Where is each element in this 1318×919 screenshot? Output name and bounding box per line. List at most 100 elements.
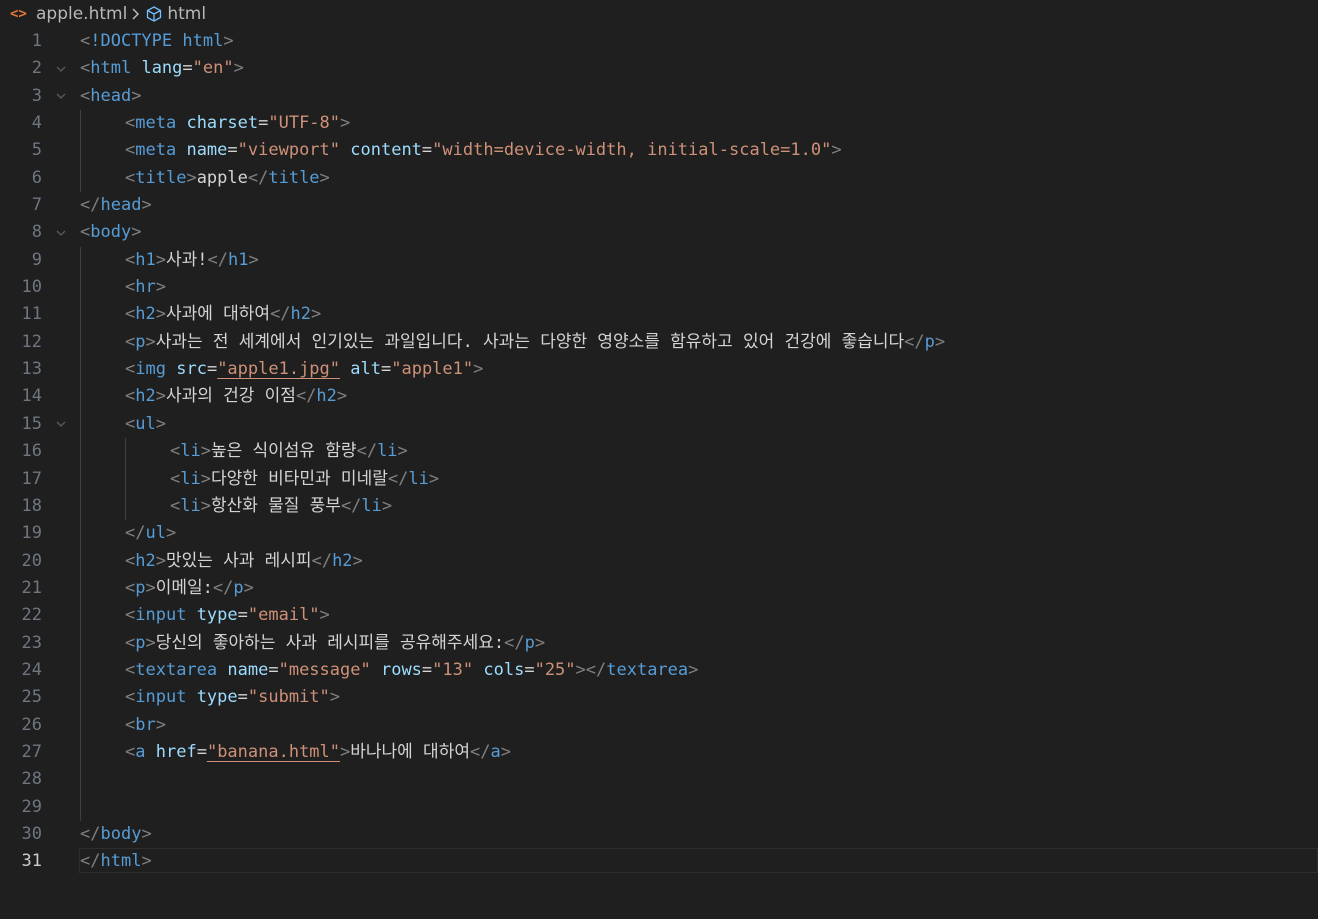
fold-chevron-icon[interactable]: [53, 219, 69, 246]
code-link-string[interactable]: "apple1.jpg": [217, 359, 340, 379]
line-number[interactable]: 7: [0, 192, 42, 219]
code-line[interactable]: 5 <meta name="viewport" content="width=de…: [0, 137, 1318, 164]
line-number[interactable]: 23: [0, 630, 42, 657]
line-number[interactable]: 11: [0, 301, 42, 328]
line-number[interactable]: 3: [0, 83, 42, 110]
fold-chevron-icon[interactable]: [53, 55, 69, 82]
code-line[interactable]: 29: [0, 794, 1318, 821]
code-content: <h2>사과의 건강 이점</h2>: [125, 383, 347, 410]
code-line[interactable]: 3 <head>: [0, 83, 1318, 110]
line-number[interactable]: 5: [0, 137, 42, 164]
code-text: 다양한 비타민과 미네랄: [210, 468, 388, 489]
code-line[interactable]: 11 <h2>사과에 대하여</h2>: [0, 301, 1318, 328]
code-tag-name: body: [100, 823, 142, 844]
code-line[interactable]: 28: [0, 766, 1318, 793]
code-line[interactable]: 8 <body>: [0, 219, 1318, 246]
code-punctuation: >: [831, 140, 842, 161]
code-line[interactable]: 7 </head>: [0, 192, 1318, 219]
code-content: <ul>: [125, 411, 166, 438]
code-tag-name: h2: [135, 550, 156, 571]
code-line[interactable]: 6 <title>apple</title>: [0, 165, 1318, 192]
line-number[interactable]: 9: [0, 247, 42, 274]
code-tag-name: a: [490, 741, 501, 762]
code-line[interactable]: 20 <h2>맛있는 사과 레시피</h2>: [0, 548, 1318, 575]
code-punctuation: <: [125, 550, 136, 571]
code-line[interactable]: 13 <img src="apple1.jpg" alt="apple1">: [0, 356, 1318, 383]
code-line[interactable]: 17 <li>다양한 비타민과 미네랄</li>: [0, 466, 1318, 493]
code-punctuation: ></: [575, 659, 607, 680]
line-number[interactable]: 2: [0, 55, 42, 82]
code-tag-name: html: [182, 31, 224, 51]
code-line[interactable]: 9 <h1>사과!</h1>: [0, 247, 1318, 274]
line-number[interactable]: 25: [0, 684, 42, 711]
code-line[interactable]: 14 <h2>사과의 건강 이점</h2>: [0, 383, 1318, 410]
fold-chevron-icon[interactable]: [53, 83, 69, 110]
line-number[interactable]: 18: [0, 493, 42, 520]
breadcrumb-symbol[interactable]: html: [145, 4, 206, 24]
line-number[interactable]: 17: [0, 466, 42, 493]
code-line[interactable]: 19 </ul>: [0, 520, 1318, 547]
code-punctuation: <: [125, 687, 136, 708]
code-content: <meta name="viewport" content="width=dev…: [125, 137, 842, 164]
line-number[interactable]: 29: [0, 794, 42, 821]
code-punctuation: >: [141, 851, 152, 872]
code-line[interactable]: 10 <hr>: [0, 274, 1318, 301]
line-number[interactable]: 28: [0, 766, 42, 793]
line-number[interactable]: 13: [0, 356, 42, 383]
code-line[interactable]: 12 <p>사과는 전 세계에서 인기있는 과일입니다. 사과는 다양한 영양소를…: [0, 329, 1318, 356]
line-number[interactable]: 21: [0, 575, 42, 602]
line-number[interactable]: 26: [0, 712, 42, 739]
code-punctuation: >: [428, 468, 440, 489]
line-number[interactable]: 1: [0, 28, 42, 55]
code-tag-name: li: [408, 468, 429, 489]
line-number[interactable]: 10: [0, 274, 42, 301]
code-line[interactable]: 4 <meta charset="UTF-8">: [0, 110, 1318, 137]
code-line[interactable]: 2 <html lang="en">: [0, 55, 1318, 82]
code-editor[interactable]: 1 <!DOCTYPE html> 2 <html lang="en"> 3 <head>…: [0, 28, 1318, 919]
line-number[interactable]: 19: [0, 520, 42, 547]
line-number[interactable]: 20: [0, 548, 42, 575]
code-string: "25": [534, 659, 576, 680]
code-line[interactable]: 16 <li>높은 식이섬유 함량</li>: [0, 438, 1318, 465]
code-line[interactable]: 24 <textarea name="message" rows="13" col…: [0, 657, 1318, 684]
code-content: <p>당신의 좋아하는 사과 레시피를 공유해주세요:</p>: [125, 630, 545, 657]
line-number[interactable]: 22: [0, 602, 42, 629]
code-string: "13": [432, 659, 474, 680]
code-line[interactable]: 23 <p>당신의 좋아하는 사과 레시피를 공유해주세요:</p>: [0, 630, 1318, 657]
code-punctuation: </: [270, 304, 291, 325]
code-content: <h1>사과!</h1>: [125, 247, 259, 274]
line-number[interactable]: 24: [0, 657, 42, 684]
breadcrumb-file[interactable]: <> apple.html: [0, 4, 127, 24]
line-number[interactable]: 27: [0, 739, 42, 766]
line-number[interactable]: 31: [0, 848, 42, 875]
code-line[interactable]: 25 <input type="submit">: [0, 684, 1318, 711]
code-punctuation: >: [155, 413, 166, 434]
code-line[interactable]: 1 <!DOCTYPE html>: [0, 28, 1318, 55]
code-line[interactable]: 27 <a href="banana.html">바나나에 대하여</a>: [0, 739, 1318, 766]
line-number[interactable]: 12: [0, 329, 42, 356]
fold-chevron-icon[interactable]: [53, 411, 69, 438]
line-number[interactable]: 16: [0, 438, 42, 465]
code-tag-name: html: [90, 58, 132, 79]
code-punctuation: </: [356, 441, 378, 462]
code-string: "email": [247, 605, 320, 626]
code-line[interactable]: 22 <input type="email">: [0, 602, 1318, 629]
line-number[interactable]: 6: [0, 165, 42, 192]
code-line[interactable]: 21 <p>이메일:</p>: [0, 575, 1318, 602]
code-content: <li>높은 식이섬유 함량</li>: [170, 438, 408, 465]
line-number[interactable]: 30: [0, 821, 42, 848]
code-line[interactable]: 18 <li>항산화 물질 풍부</li>: [0, 493, 1318, 520]
line-number[interactable]: 15: [0, 411, 42, 438]
code-line[interactable]: 15 <ul>: [0, 411, 1318, 438]
code-punctuation: </: [207, 249, 228, 270]
code-line[interactable]: 30 </body>: [0, 821, 1318, 848]
code-punctuation: >: [155, 304, 166, 325]
code-link-string[interactable]: "banana.html": [207, 742, 340, 762]
code-string: "message": [278, 659, 371, 680]
code-line[interactable]: 26 <br>: [0, 712, 1318, 739]
line-number[interactable]: 14: [0, 383, 42, 410]
line-number[interactable]: 8: [0, 219, 42, 246]
line-number[interactable]: 4: [0, 110, 42, 137]
code-line[interactable]: 31 </html>: [0, 848, 1318, 875]
